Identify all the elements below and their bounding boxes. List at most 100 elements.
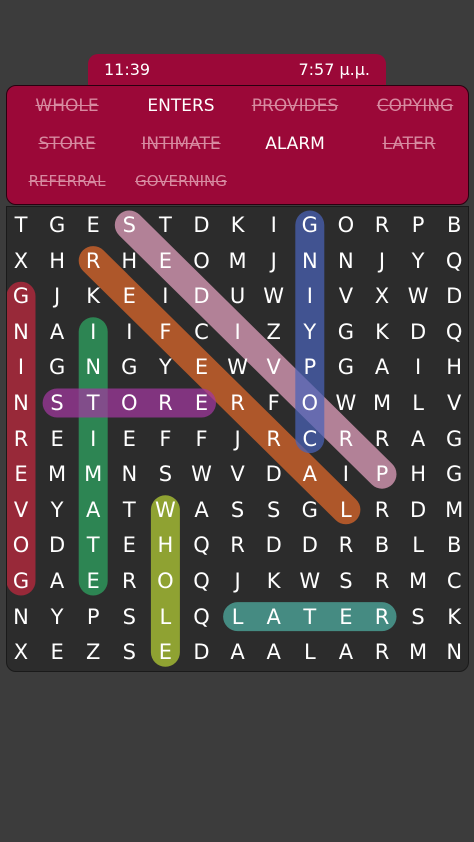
grid-cell[interactable]: L xyxy=(147,599,183,635)
grid-cell[interactable]: E xyxy=(75,207,111,243)
grid-cell[interactable]: V xyxy=(436,385,472,421)
letter-grid[interactable]: TGESTDKIGORPBXHRHEOMJNNJYQGJKEIDUWIVXWDN… xyxy=(6,206,469,672)
grid-cell[interactable]: F xyxy=(256,385,292,421)
grid-cell[interactable]: R xyxy=(220,527,256,563)
grid-cell[interactable]: X xyxy=(3,243,39,279)
grid-cell[interactable]: O xyxy=(3,527,39,563)
grid-cell[interactable]: I xyxy=(111,314,147,350)
grid-cell[interactable]: E xyxy=(111,421,147,457)
grid-cell[interactable]: N xyxy=(292,243,328,279)
grid-cell[interactable]: A xyxy=(220,634,256,670)
grid-cell[interactable]: A xyxy=(75,492,111,528)
grid-cell[interactable]: W xyxy=(220,349,256,385)
grid-cell[interactable]: N xyxy=(3,599,39,635)
grid-cell[interactable]: E xyxy=(147,243,183,279)
grid-cell[interactable]: M xyxy=(436,492,472,528)
grid-cell[interactable]: P xyxy=(292,349,328,385)
grid-cell[interactable]: S xyxy=(111,634,147,670)
grid-cell[interactable]: S xyxy=(111,599,147,635)
grid-cell[interactable]: L xyxy=(292,634,328,670)
grid-cell[interactable]: I xyxy=(147,278,183,314)
grid-cell[interactable]: G xyxy=(3,563,39,599)
grid-cell[interactable]: D xyxy=(184,207,220,243)
grid-cell[interactable]: J xyxy=(256,243,292,279)
grid-cell[interactable]: K xyxy=(75,278,111,314)
grid-cell[interactable]: D xyxy=(256,456,292,492)
grid-cell[interactable]: R xyxy=(328,527,364,563)
grid-cell[interactable]: R xyxy=(220,385,256,421)
grid-cell[interactable]: L xyxy=(328,492,364,528)
grid-cell[interactable]: T xyxy=(75,385,111,421)
grid-cell[interactable]: N xyxy=(328,243,364,279)
grid-cell[interactable]: G xyxy=(292,207,328,243)
grid-cell[interactable]: S xyxy=(147,456,183,492)
grid-cell[interactable]: T xyxy=(147,207,183,243)
grid-cell[interactable]: T xyxy=(3,207,39,243)
grid-cell[interactable]: S xyxy=(256,492,292,528)
grid-cell[interactable]: L xyxy=(220,599,256,635)
grid-cell[interactable]: E xyxy=(75,563,111,599)
grid-cell[interactable]: N xyxy=(3,314,39,350)
grid-cell[interactable]: E xyxy=(39,634,75,670)
grid-cell[interactable]: R xyxy=(75,243,111,279)
grid-cell[interactable]: S xyxy=(220,492,256,528)
grid-cell[interactable]: F xyxy=(147,421,183,457)
grid-cell[interactable]: A xyxy=(39,563,75,599)
grid-cell[interactable]: O xyxy=(147,563,183,599)
grid-cell[interactable]: M xyxy=(400,634,436,670)
grid-cell[interactable]: A xyxy=(184,492,220,528)
grid-cell[interactable]: V xyxy=(3,492,39,528)
grid-cell[interactable]: N xyxy=(75,349,111,385)
grid-cell[interactable]: Q xyxy=(184,563,220,599)
grid-cell[interactable]: H xyxy=(436,349,472,385)
grid-cell[interactable]: G xyxy=(328,314,364,350)
grid-cell[interactable]: R xyxy=(364,634,400,670)
grid-cell[interactable]: S xyxy=(400,599,436,635)
grid-cell[interactable]: M xyxy=(39,456,75,492)
grid-cell[interactable]: E xyxy=(111,527,147,563)
grid-cell[interactable]: D xyxy=(400,492,436,528)
grid-cell[interactable]: E xyxy=(184,349,220,385)
grid-cell[interactable]: S xyxy=(39,385,75,421)
grid-cell[interactable]: S xyxy=(111,207,147,243)
grid-cell[interactable]: B xyxy=(364,527,400,563)
grid-cell[interactable]: E xyxy=(147,634,183,670)
grid-cell[interactable]: D xyxy=(39,527,75,563)
grid-cell[interactable]: Z xyxy=(256,314,292,350)
grid-cell[interactable]: W xyxy=(328,385,364,421)
grid-cell[interactable]: H xyxy=(147,527,183,563)
grid-cell[interactable]: M xyxy=(400,563,436,599)
grid-cell[interactable]: B xyxy=(436,527,472,563)
grid-cell[interactable]: S xyxy=(328,563,364,599)
grid-cell[interactable]: W xyxy=(147,492,183,528)
grid-cell[interactable]: D xyxy=(256,527,292,563)
grid-cell[interactable]: I xyxy=(75,314,111,350)
grid-cell[interactable]: Z xyxy=(75,634,111,670)
grid-cell[interactable]: C xyxy=(292,421,328,457)
grid-cell[interactable]: Q xyxy=(436,243,472,279)
grid-cell[interactable]: T xyxy=(75,527,111,563)
grid-cell[interactable]: Y xyxy=(147,349,183,385)
grid-cell[interactable]: D xyxy=(184,634,220,670)
grid-cell[interactable]: X xyxy=(364,278,400,314)
grid-cell[interactable]: A xyxy=(256,599,292,635)
grid-cell[interactable]: D xyxy=(184,278,220,314)
grid-cell[interactable]: N xyxy=(111,456,147,492)
grid-cell[interactable]: R xyxy=(364,421,400,457)
grid-cell[interactable]: A xyxy=(364,349,400,385)
grid-cell[interactable]: M xyxy=(75,456,111,492)
grid-cell[interactable]: R xyxy=(364,599,400,635)
grid-cell[interactable]: W xyxy=(292,563,328,599)
grid-cell[interactable]: L xyxy=(400,385,436,421)
grid-cell[interactable]: W xyxy=(256,278,292,314)
grid-cell[interactable]: G xyxy=(3,278,39,314)
grid-cell[interactable]: R xyxy=(256,421,292,457)
grid-cell[interactable]: I xyxy=(400,349,436,385)
grid-cell[interactable]: R xyxy=(328,421,364,457)
grid-cell[interactable]: J xyxy=(220,563,256,599)
grid-cell[interactable]: E xyxy=(39,421,75,457)
grid-cell[interactable]: I xyxy=(75,421,111,457)
grid-cell[interactable]: A xyxy=(400,421,436,457)
grid-cell[interactable]: H xyxy=(400,456,436,492)
grid-cell[interactable]: I xyxy=(256,207,292,243)
